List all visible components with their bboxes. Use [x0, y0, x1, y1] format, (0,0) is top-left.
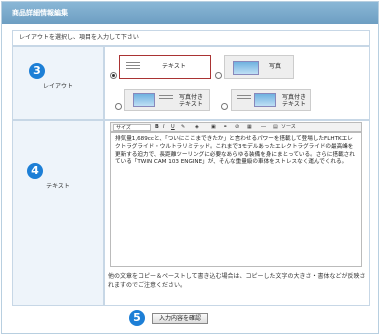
rich-text-editor[interactable]: 排気量1,689ccと、「ついにここまできたか」と言わせるパワーを搭載して登場し… [110, 132, 362, 267]
underline-button[interactable]: U [171, 124, 175, 131]
panel-title: 商品詳細情報編集 [2, 2, 378, 24]
paste-warning-note: 他の文章をコピー＆ペーストして書き込む場合は、コピーした文字の大きさ・書体などが… [108, 273, 366, 289]
layout-option-photo-text-right[interactable]: 写真付き テキスト [231, 89, 311, 111]
text-lines-icon [126, 62, 140, 71]
product-detail-edit-panel: 商品詳細情報編集 レイアウトを選択し、項目を入力して下さい 3 レイアウト テキ… [1, 1, 379, 334]
layout-row-label: レイアウト [42, 83, 73, 90]
photo-icon [233, 61, 259, 75]
text-row-label: テキスト [46, 183, 70, 190]
label-line1: 写真付き [179, 94, 204, 101]
source-icon[interactable]: ▤ [273, 124, 278, 131]
layout-options-cell: テキスト 写真 写真付き テキスト 写真付き テキスト [104, 46, 370, 120]
layout-option-text-label: テキスト [162, 63, 186, 70]
layout-row-label-cell: 3 レイアウト [12, 46, 104, 120]
label-line2: テキスト [179, 101, 203, 108]
layout-radio-photo-text-left[interactable] [115, 103, 122, 110]
layout-option-photo-text-right-label: 写真付き テキスト [282, 94, 306, 108]
instruction-text: レイアウトを選択し、項目を入力して下さい [12, 30, 370, 46]
layout-option-photo-text-left[interactable]: 写真付き テキスト [124, 89, 210, 111]
font-size-select[interactable]: サイズ [113, 124, 151, 131]
label-line2: テキスト [282, 101, 306, 108]
layout-option-photo-label: 写真 [269, 63, 282, 70]
text-lines-icon [159, 95, 173, 101]
photo-icon [133, 93, 155, 107]
text-color-icon[interactable]: ✎ [181, 124, 185, 131]
horizontal-rule-icon[interactable]: ― [261, 124, 266, 131]
image-icon[interactable]: ▣ [211, 124, 216, 131]
bold-button[interactable]: B [155, 124, 159, 131]
layout-radio-photo[interactable] [215, 72, 222, 79]
step-5-badge: 5 [129, 310, 145, 326]
editor-toolbar: サイズ B I U ✎ ◈ ▣ ⚭ ⊘ ▦ ― ▤ ソース [110, 122, 362, 132]
confirm-input-button[interactable]: 入力内容を確認 [152, 313, 208, 324]
layout-option-photo[interactable]: 写真 [224, 55, 294, 79]
link-icon[interactable]: ⚭ [223, 124, 227, 131]
layout-option-photo-text-left-label: 写真付き テキスト [179, 94, 203, 108]
layout-radio-text[interactable] [110, 72, 117, 79]
layout-option-text[interactable]: テキスト [119, 55, 211, 79]
text-row-label-cell: 4 テキスト [12, 120, 104, 306]
bg-color-icon[interactable]: ◈ [195, 124, 199, 131]
photo-icon [254, 93, 276, 107]
source-button[interactable]: ソース [281, 124, 296, 131]
label-line1: 写真付き [282, 94, 307, 101]
step-4-badge: 4 [27, 163, 43, 179]
layout-radio-photo-text-right[interactable] [221, 103, 228, 110]
italic-button[interactable]: I [163, 124, 164, 131]
text-lines-icon [237, 95, 251, 101]
unlink-icon[interactable]: ⊘ [235, 124, 239, 131]
table-icon[interactable]: ▦ [247, 124, 252, 131]
step-3-badge: 3 [29, 63, 45, 79]
